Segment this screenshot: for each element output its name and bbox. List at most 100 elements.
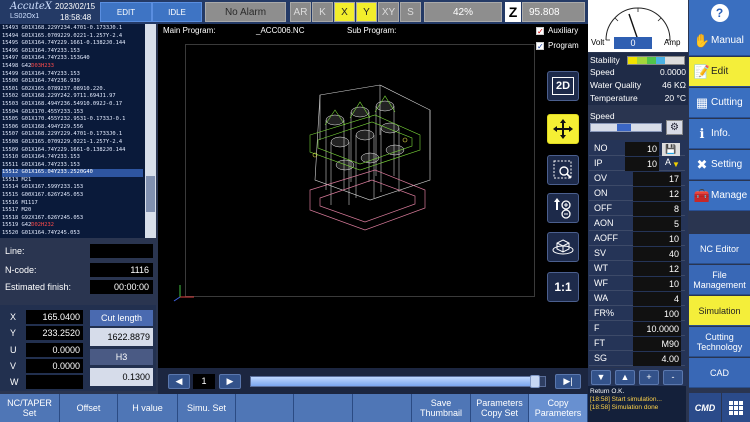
code-line[interactable]: 15503 G01X168.494Y236.54910.092J-0.17	[2, 101, 143, 109]
idle-status-button[interactable]: IDLE	[152, 2, 202, 22]
axis-button-ar[interactable]: AR	[290, 2, 311, 22]
register-value[interactable]: 10	[633, 277, 681, 291]
nc-code-list[interactable]: 15493 G01X168.229Y234.4701-0.1733J0.1 154…	[0, 24, 145, 238]
code-line[interactable]: 15511 G01X164.74Y233.153	[2, 162, 143, 170]
nav-info[interactable]: ℹ Info.	[689, 119, 750, 149]
cut-length-button[interactable]: Cut length	[90, 310, 153, 326]
register-value[interactable]: 10.0000	[633, 322, 681, 336]
code-line[interactable]: 15510 G01X164.74Y233.153	[2, 154, 143, 162]
speed-slider[interactable]	[590, 123, 662, 132]
register-value[interactable]: 17	[633, 172, 681, 186]
register-value[interactable]: 4	[633, 292, 681, 306]
reg-down-button[interactable]: ▼	[591, 370, 611, 385]
view-2d-button[interactable]: 2D	[547, 71, 579, 101]
prev-page-button[interactable]: ◀	[168, 374, 190, 389]
scale-1-1-button[interactable]: 1:1	[547, 272, 579, 302]
code-line[interactable]: 15508 G01X165.0709229.0221-1.257Y-2.4	[2, 139, 143, 147]
rotate-3d-button[interactable]	[547, 232, 579, 262]
code-line[interactable]: 15498 G42D03H233	[2, 63, 143, 71]
nav-cutting[interactable]: ▦ Cutting	[689, 88, 750, 118]
cmd-button[interactable]: CMD	[689, 393, 721, 422]
code-line[interactable]: 15505 G01X170.455Y232.9531-0.1733J-0.1	[2, 116, 143, 124]
code-line[interactable]: 15495 G01X164.74Y229.1661-0.1382J0.144	[2, 40, 143, 48]
register-value[interactable]: 10	[625, 157, 659, 171]
code-line[interactable]: 15517 M20	[2, 207, 143, 215]
register-value[interactable]: 12	[633, 262, 681, 276]
help-button[interactable]: ?	[689, 0, 750, 26]
axis-button-x[interactable]: X	[334, 2, 355, 22]
subnav-cad[interactable]: CAD	[689, 358, 750, 388]
axis-button-xy[interactable]: XY	[378, 2, 399, 22]
zoom-window-button[interactable]	[547, 155, 579, 185]
pan-button[interactable]	[547, 114, 579, 144]
code-line[interactable]: 15513 M21	[2, 177, 143, 185]
reg-plus-button[interactable]: +	[639, 370, 659, 385]
code-line[interactable]: 15514 G01X167.599Y233.153	[2, 184, 143, 192]
ip-dropdown-button[interactable]: ▼	[672, 158, 684, 171]
register-row-wf[interactable]: WF 10	[589, 276, 685, 291]
code-line[interactable]: 15500 G01X164.74Y236.939	[2, 78, 143, 86]
register-row-ip[interactable]: IP 10 A	[589, 156, 685, 171]
code-line[interactable]: 15502 G01X168.229Y242.9711.694J1.97	[2, 93, 143, 101]
parameters-copy-set-button[interactable]: Parameters Copy Set	[471, 394, 529, 422]
register-row-frpct[interactable]: FR% 100	[589, 306, 685, 321]
scroll-thumb[interactable]	[146, 176, 155, 212]
register-value[interactable]: 12	[633, 187, 681, 201]
register-value[interactable]: 8	[633, 202, 681, 216]
h-value-bottom-button[interactable]: H value	[118, 394, 178, 422]
axis-button-y[interactable]: Y	[356, 2, 377, 22]
program-checkbox[interactable]: ✓	[536, 42, 544, 51]
code-line[interactable]: 15504 G01X170.455Y233.153	[2, 109, 143, 117]
offset-button[interactable]: Offset	[60, 394, 118, 422]
axis-button-k[interactable]: K	[312, 2, 333, 22]
progress-handle[interactable]	[530, 375, 540, 388]
nc-taper-set-button[interactable]: NC/TAPER Set	[0, 394, 60, 422]
code-line[interactable]: 15509 G01X164.74Y229.1661-0.1382J0.144	[2, 147, 143, 155]
register-row-off[interactable]: OFF 8	[589, 201, 685, 216]
grid-menu-button[interactable]	[722, 393, 750, 422]
register-value[interactable]: 10	[633, 232, 681, 246]
register-row-ov[interactable]: OV 17	[589, 171, 685, 186]
code-scrollbar[interactable]	[145, 24, 156, 238]
copy-parameters-button[interactable]: Copy Parameters	[529, 394, 588, 422]
register-row-on[interactable]: ON 12	[589, 186, 685, 201]
reg-minus-button[interactable]: -	[663, 370, 683, 385]
register-row-f[interactable]: F 10.0000	[589, 321, 685, 336]
edit-mode-button[interactable]: EDIT	[100, 2, 152, 22]
code-line[interactable]: 15515 G00X167.626Y245.053	[2, 192, 143, 200]
nav-manual[interactable]: ✋ Manual	[689, 26, 750, 56]
code-line[interactable]: 15496 G01X164.74Y233.153	[2, 48, 143, 56]
subnav-simulation[interactable]: Simulation	[689, 296, 750, 326]
register-row-aoff[interactable]: AOFF 10	[589, 231, 685, 246]
reg-up-button[interactable]: ▲	[615, 370, 635, 385]
register-row-sv[interactable]: SV 40	[589, 246, 685, 261]
code-line[interactable]: 15493 G01X168.229Y234.4701-0.1733J0.1	[2, 25, 143, 33]
code-line[interactable]: 15501 G02X165.0789237.08910.220.	[2, 86, 143, 94]
register-row-ft[interactable]: FT M90	[589, 336, 685, 351]
speed-slider-handle[interactable]	[617, 124, 631, 131]
register-value[interactable]: M90	[633, 337, 681, 351]
save-thumbnail-button[interactable]: Save Thumbnail	[412, 394, 471, 422]
code-line[interactable]: 15520 G01X164.74Y245.053	[2, 230, 143, 238]
register-value[interactable]: 40	[633, 247, 681, 261]
code-line[interactable]: 15512 G01X165.04Y233.2520G40	[2, 169, 143, 177]
register-row-wa[interactable]: WA 4	[589, 291, 685, 306]
register-value[interactable]: 4.00	[633, 352, 681, 366]
code-line[interactable]: 15494 G01X165.0709229.0221-1.257Y-2.4	[2, 33, 143, 41]
code-line[interactable]: 15516 M1117	[2, 200, 143, 208]
register-row-aon[interactable]: AON 5	[589, 216, 685, 231]
subnav-cutting-technology[interactable]: Cutting Technology	[689, 327, 750, 357]
nav-setting[interactable]: ✖ Setting	[689, 150, 750, 180]
register-row-wt[interactable]: WT 12	[589, 261, 685, 276]
alarm-display[interactable]: No Alarm	[205, 2, 286, 22]
code-line[interactable]: 15518 G92X167.626Y245.053	[2, 215, 143, 223]
register-row-sg[interactable]: SG 4.00	[589, 351, 685, 366]
simulation-progress-track[interactable]	[250, 375, 546, 388]
simu-set-button[interactable]: Simu. Set	[178, 394, 236, 422]
play-to-end-button[interactable]: ▶|	[555, 374, 581, 389]
register-value[interactable]: 5	[633, 217, 681, 231]
register-value[interactable]: 100	[633, 307, 681, 321]
register-value[interactable]: 10	[625, 142, 659, 156]
code-line[interactable]: 15506 G01X168.494Y229.556	[2, 124, 143, 132]
code-line[interactable]: 15497 G01X164.74Y233.153G40	[2, 55, 143, 63]
